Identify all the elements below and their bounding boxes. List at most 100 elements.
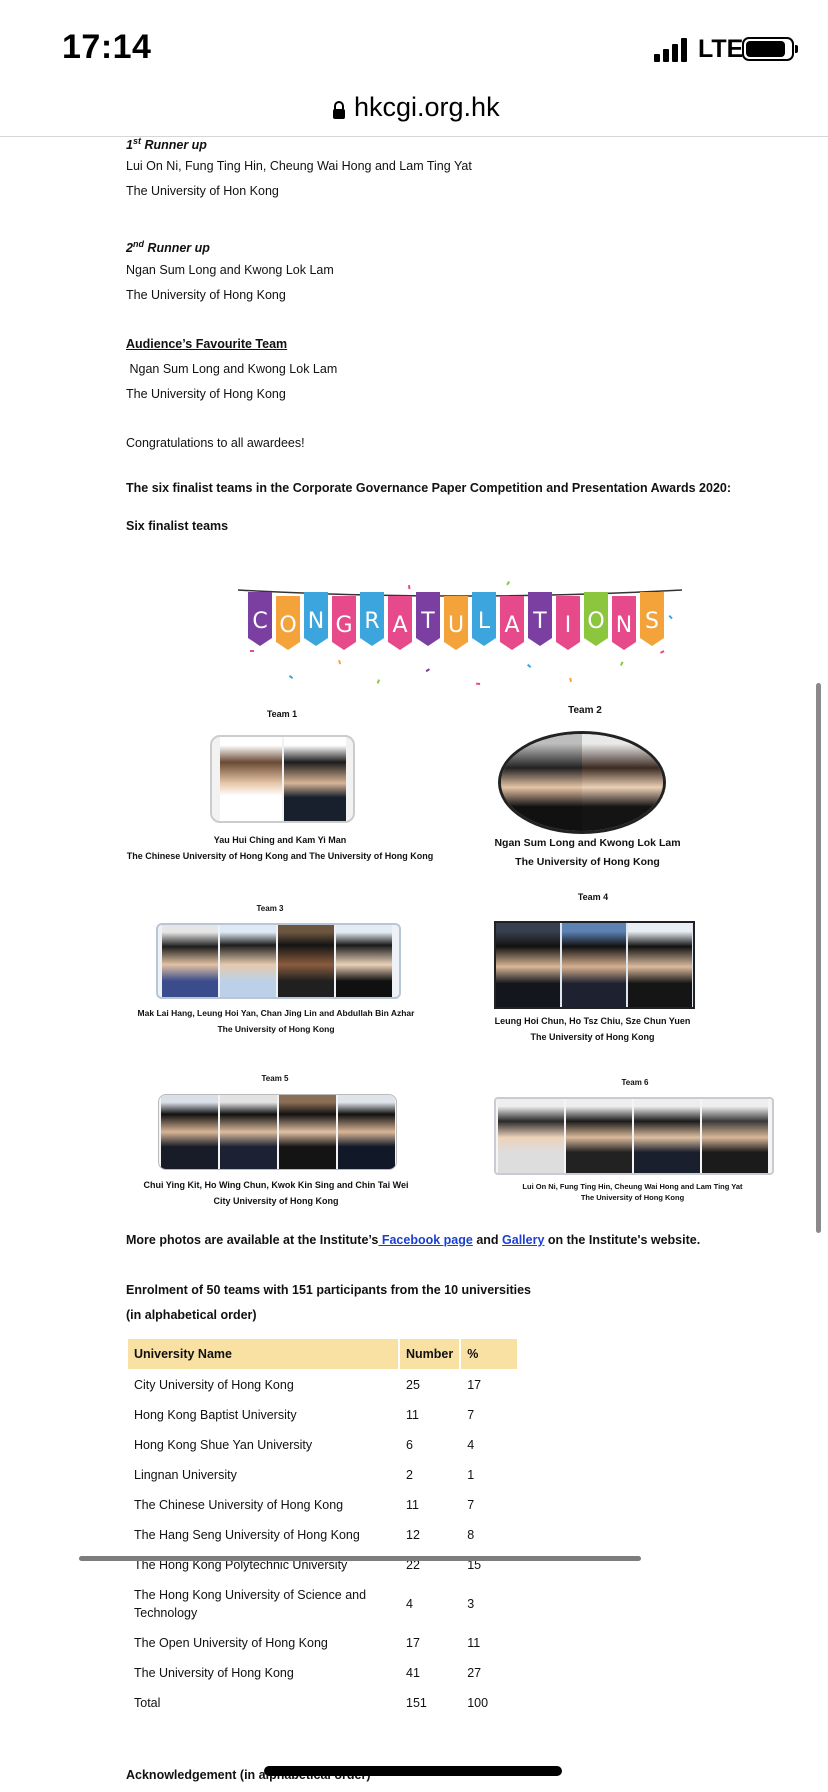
banner-flag: O — [584, 592, 608, 646]
confetti — [376, 679, 380, 684]
banner-letter: A — [392, 613, 407, 638]
horizontal-scrollbar[interactable] — [79, 1556, 641, 1561]
cell-percent: 11 — [467, 1636, 481, 1650]
cell-percent: 27 — [467, 1666, 482, 1680]
team-6-photo — [494, 1097, 774, 1175]
banner-letter: R — [364, 609, 379, 634]
cell-university: Lingnan University — [134, 1468, 237, 1482]
confetti — [250, 650, 254, 652]
team-4-photo — [494, 921, 695, 1009]
vertical-scrollbar[interactable] — [816, 683, 821, 1233]
cell-percent: 17 — [467, 1378, 482, 1392]
team-6-label: Team 6 — [621, 1078, 649, 1087]
cell-percent: 8 — [467, 1528, 475, 1542]
table-row: Lingnan University 2 1 — [128, 1461, 517, 1489]
team-4-caption: Leung Hoi Chun, Ho Tsz Chiu, Sze Chun Yu… — [470, 1013, 715, 1045]
battery-tip — [795, 45, 798, 53]
confetti — [408, 585, 411, 590]
first-runner-up-university: The University of Hon Kong — [126, 184, 279, 198]
banner-flag: G — [332, 596, 356, 650]
gallery-link[interactable]: Gallery — [502, 1233, 544, 1247]
team-4-label: Team 4 — [577, 892, 609, 902]
confetti — [338, 660, 342, 665]
cell-percent: 7 — [467, 1498, 475, 1512]
team-2-names: Ngan Sum Long and Kwong Lok Lam — [494, 837, 681, 849]
second-runner-up-team: Ngan Sum Long and Kwong Lok Lam — [126, 263, 334, 277]
team-3-photo — [156, 923, 401, 999]
table-body: City University of Hong Kong 25 17 Hong Kon… — [128, 1371, 517, 1717]
table-header-row: University Name Number % — [128, 1339, 518, 1369]
team-5-caption: Chui Ying Kit, Ho Wing Chun, Kwok Kin Si… — [126, 1177, 426, 1209]
battery-icon — [742, 37, 794, 61]
audience-favourite-team: Ngan Sum Long and Kwong Lok Lam — [126, 362, 338, 376]
congratulations-banner: CONGRATULATIONS — [237, 580, 683, 685]
team-2-university: The University of Hong Kong — [515, 856, 660, 868]
table-row: The Chinese University of Hong Kong 11 7 — [128, 1491, 517, 1519]
team-5-photo — [158, 1094, 397, 1170]
cell-university: Hong Kong Shue Yan University — [134, 1438, 313, 1452]
confetti — [569, 677, 572, 682]
second-runner-up-label: 2nd Runner up — [126, 239, 210, 256]
banner-flag: S — [640, 592, 664, 646]
team-5-university: City University of Hong Kong — [213, 1196, 339, 1206]
url-text[interactable]: hkcgi.org.hk — [354, 92, 500, 123]
cell-university: The Hang Seng University of Hong Kong — [134, 1528, 360, 1542]
facebook-page-link[interactable]: Facebook page — [378, 1233, 473, 1247]
team-3-university: The University of Hong Kong — [217, 1024, 335, 1034]
team-2-label: Team 2 — [568, 705, 602, 716]
audience-favourite-university: The University of Hong Kong — [126, 387, 286, 401]
audience-favourite-label: Audience’s Favourite Team — [126, 337, 288, 351]
cell-university: The Hong Kong University of Science and … — [134, 1588, 367, 1620]
cell-university: Hong Kong Baptist University — [134, 1408, 297, 1422]
banner-letter: A — [504, 613, 519, 638]
address-bar[interactable]: hkcgi.org.hk — [0, 80, 828, 137]
banner-letter: G — [335, 613, 352, 638]
team-5-label: Team 5 — [261, 1074, 289, 1083]
cell-number: 6 — [406, 1438, 413, 1452]
enrolment-heading: Enrolment of 50 teams with 151 participa… — [126, 1283, 531, 1297]
table-row: City University of Hong Kong 25 17 — [128, 1371, 517, 1399]
banner-flag: R — [360, 592, 384, 646]
banner-flag: I — [556, 596, 580, 650]
first-runner-up-label: 1st Runner up — [126, 137, 207, 153]
table-row: Hong Kong Baptist University 11 7 — [128, 1401, 517, 1429]
finalists-heading: The six finalist teams in the Corporate … — [126, 481, 732, 495]
table-row: The Hang Seng University of Hong Kong 12 8 — [128, 1521, 517, 1549]
banner-letter: L — [478, 609, 491, 634]
team-4-names: Leung Hoi Chun, Ho Tsz Chiu, Sze Chun Yu… — [494, 1016, 691, 1026]
cell-number: 41 — [406, 1666, 420, 1680]
lock-icon — [333, 101, 345, 119]
header-university-name: University Name — [128, 1339, 398, 1369]
cell-percent: 4 — [467, 1438, 475, 1452]
confetti — [288, 675, 294, 680]
banner-letter: S — [645, 609, 659, 634]
team-6-university: The University of Hong Kong — [580, 1193, 685, 1202]
congratulations-text: Congratulations to all awardees! — [126, 436, 305, 450]
banner-flag: A — [388, 596, 412, 650]
banner-letter: T — [532, 609, 547, 634]
cell-number: 11 — [406, 1498, 419, 1512]
signal-icon — [654, 38, 690, 62]
team-3-caption: Mak Lai Hang, Leung Hoi Yan, Chan Jing L… — [126, 1005, 426, 1037]
table-row: The Open University of Hong Kong 17 11 — [128, 1629, 517, 1657]
banner-flag: T — [528, 592, 552, 646]
team-3-label: Team 3 — [256, 904, 284, 913]
confetti — [476, 682, 481, 685]
cell-number: 2 — [406, 1468, 413, 1482]
cell-percent: 1 — [467, 1468, 475, 1482]
banner-letter: U — [448, 613, 464, 638]
confetti — [425, 668, 431, 673]
status-time: 17:14 — [62, 28, 152, 66]
banner-letter: T — [420, 609, 435, 634]
team-1-caption: Yau Hui Ching and Kam Yi Man The Chinese… — [120, 832, 440, 864]
team-1-photo — [210, 735, 355, 823]
table-row: Total 151 100 — [128, 1689, 517, 1717]
confetti — [506, 580, 511, 586]
cell-university: The University of Hong Kong — [134, 1666, 294, 1680]
banner-flag: L — [472, 592, 496, 646]
cell-percent: 7 — [467, 1408, 475, 1422]
cell-university: Total — [134, 1696, 161, 1710]
banner-letter: N — [616, 613, 632, 638]
banner-flag: N — [612, 596, 636, 650]
home-indicator[interactable] — [264, 1766, 562, 1776]
